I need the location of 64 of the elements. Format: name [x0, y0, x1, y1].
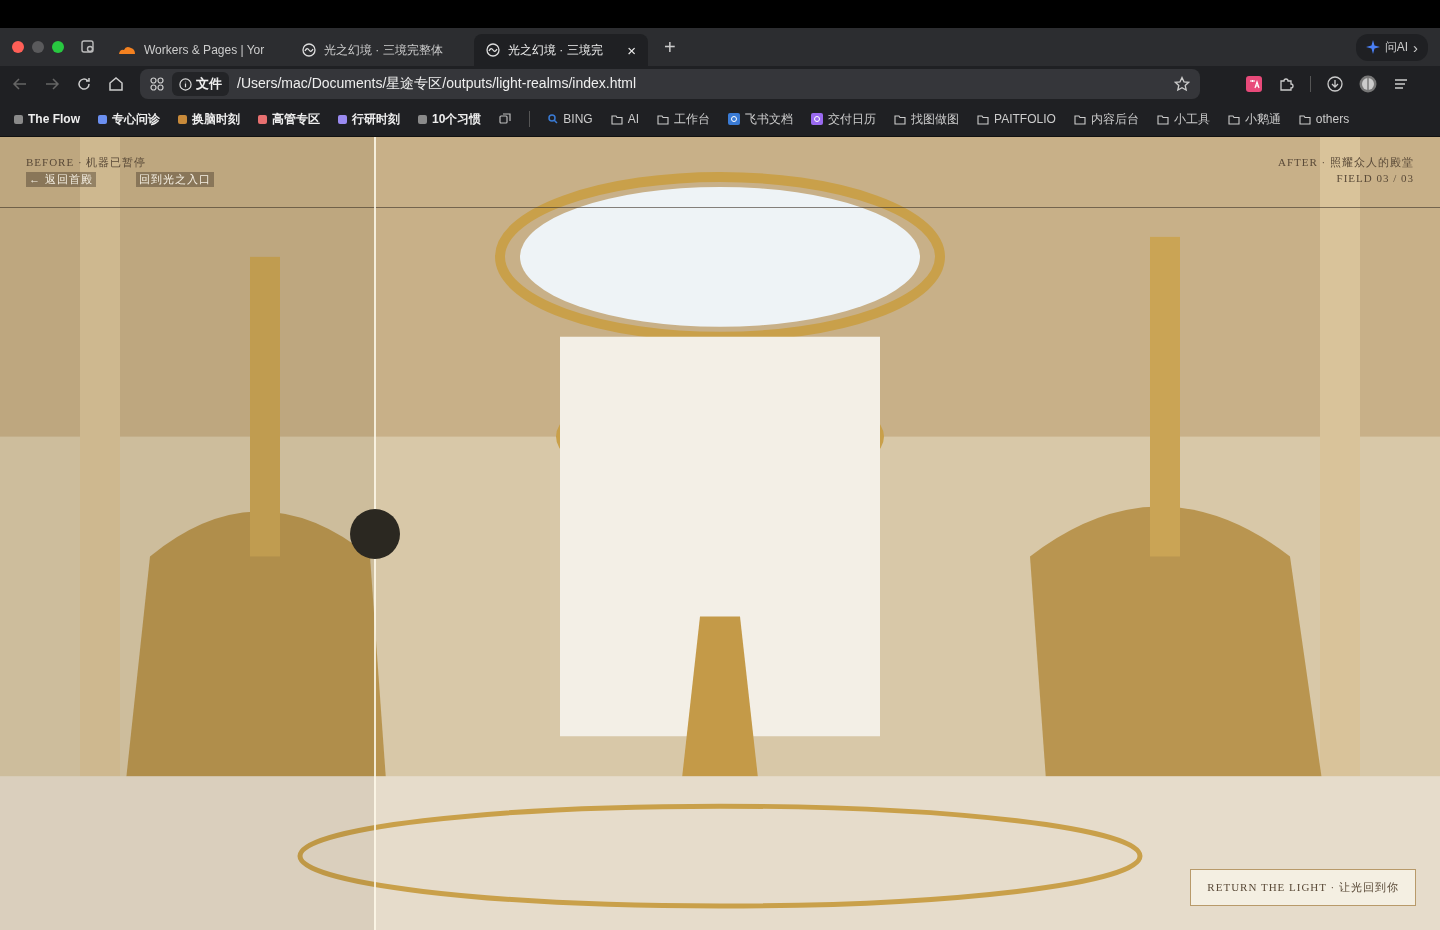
app-icon: [728, 113, 741, 125]
app-icon: [811, 113, 824, 125]
profile-avatar-icon[interactable]: [1359, 75, 1377, 93]
bookmark-item[interactable]: 行研时刻: [338, 110, 400, 128]
bookmark-item[interactable]: AI: [610, 112, 640, 126]
bookmark-item[interactable]: others: [1298, 112, 1350, 126]
swirl-icon: [486, 43, 500, 57]
bookmark-item[interactable]: 高管专区: [258, 110, 320, 128]
bookmark-item[interactable]: 找图做图: [894, 110, 960, 128]
apps-grid-icon: [150, 77, 164, 91]
return-light-button[interactable]: RETURN THE LIGHT · 让光回到你: [1190, 869, 1416, 906]
bookmark-item[interactable]: The Flow: [14, 112, 80, 126]
folder-icon: [1073, 113, 1086, 125]
folder-icon: [657, 113, 670, 125]
bookmark-item[interactable]: 飞书文档: [728, 110, 794, 128]
bookmark-item[interactable]: 交付日历: [811, 110, 877, 128]
bookmark-item[interactable]: BING: [548, 112, 593, 126]
folder-icon: [1227, 113, 1240, 125]
bookmark-item[interactable]: 内容后台: [1073, 110, 1139, 128]
ask-ai-button[interactable]: 问AI ›: [1355, 33, 1428, 61]
zoom-window-icon[interactable]: [52, 41, 64, 53]
new-tab-icon[interactable]: +: [658, 35, 682, 59]
puzzle-icon[interactable]: [1278, 76, 1294, 92]
forward-icon[interactable]: [44, 76, 60, 92]
browser-tab[interactable]: 光之幻境 · 三境完 ×: [474, 34, 648, 66]
reload-icon[interactable]: [76, 76, 92, 92]
bookmark-item[interactable]: 小鹅通: [1227, 110, 1281, 128]
swirl-icon: [302, 43, 316, 57]
info-icon: [179, 77, 192, 91]
folder-icon: [894, 113, 907, 125]
entry-link[interactable]: 回到光之入口: [135, 172, 214, 187]
browser-tab[interactable]: 光之幻境 · 三境完整体: [290, 34, 464, 66]
compare-slider-fill[interactable]: [0, 137, 377, 930]
cloud-icon: [118, 45, 136, 55]
menu-icon[interactable]: [1393, 76, 1409, 92]
back-icon[interactable]: [12, 76, 28, 92]
site-info-chip[interactable]: 文件: [172, 72, 229, 96]
folder-icon: [1298, 113, 1311, 125]
bookmark-item[interactable]: 10个习惯: [418, 110, 482, 128]
bookmark-item[interactable]: 小工具: [1156, 110, 1210, 128]
address-bar[interactable]: 文件 /Users/mac/Documents/星途专区/outputs/light-realms/index.html: [140, 69, 1200, 99]
close-window-icon[interactable]: [12, 41, 24, 53]
field-counter: FIELD 03 / 03: [1336, 172, 1414, 184]
bookmark-item[interactable]: 换脑时刻: [178, 110, 240, 128]
back-link[interactable]: ← 返回首殿: [26, 172, 96, 187]
folder-icon: [1156, 113, 1169, 125]
sparkle-icon: [1365, 40, 1380, 54]
star-icon[interactable]: [1174, 76, 1190, 92]
tab-search-icon[interactable]: [80, 39, 96, 55]
before-label: BEFORE · 机器已暂停: [26, 155, 148, 170]
search-icon: [548, 114, 559, 124]
browser-tab[interactable]: Workers & Pages | Yor: [106, 34, 280, 66]
home-icon[interactable]: [108, 76, 124, 92]
tab-groups-icon[interactable]: [499, 113, 512, 125]
folder-icon: [610, 113, 623, 125]
close-tab-icon[interactable]: ×: [627, 41, 636, 59]
after-label: AFTER · 照耀众人的殿堂: [1278, 155, 1414, 170]
folder-icon: [977, 113, 990, 125]
url-text: /Users/mac/Documents/星途专区/outputs/light-realms/index.html: [237, 75, 637, 93]
bookmark-item[interactable]: PAITFOLIO: [977, 112, 1056, 126]
download-icon[interactable]: [1327, 76, 1343, 92]
bookmark-item[interactable]: 工作台: [657, 110, 711, 128]
bookmark-item[interactable]: 专心问诊: [98, 110, 160, 128]
translate-icon[interactable]: [1246, 76, 1262, 92]
